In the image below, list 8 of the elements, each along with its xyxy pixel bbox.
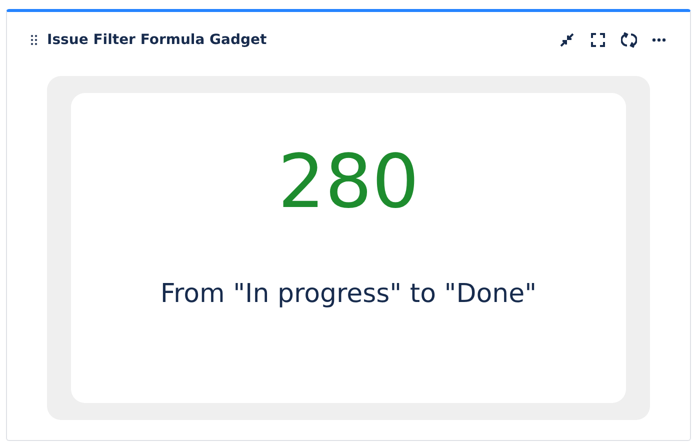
more-icon[interactable] [652, 38, 666, 42]
result-caption: From "In progress" to "Done" [160, 279, 537, 309]
fullscreen-icon[interactable] [590, 32, 606, 48]
drag-handle-icon[interactable] [31, 35, 37, 45]
gadget-title: Issue Filter Formula Gadget [47, 32, 267, 48]
minimize-icon[interactable] [559, 32, 575, 48]
result-value: 280 [278, 145, 420, 219]
refresh-icon[interactable] [621, 32, 637, 48]
